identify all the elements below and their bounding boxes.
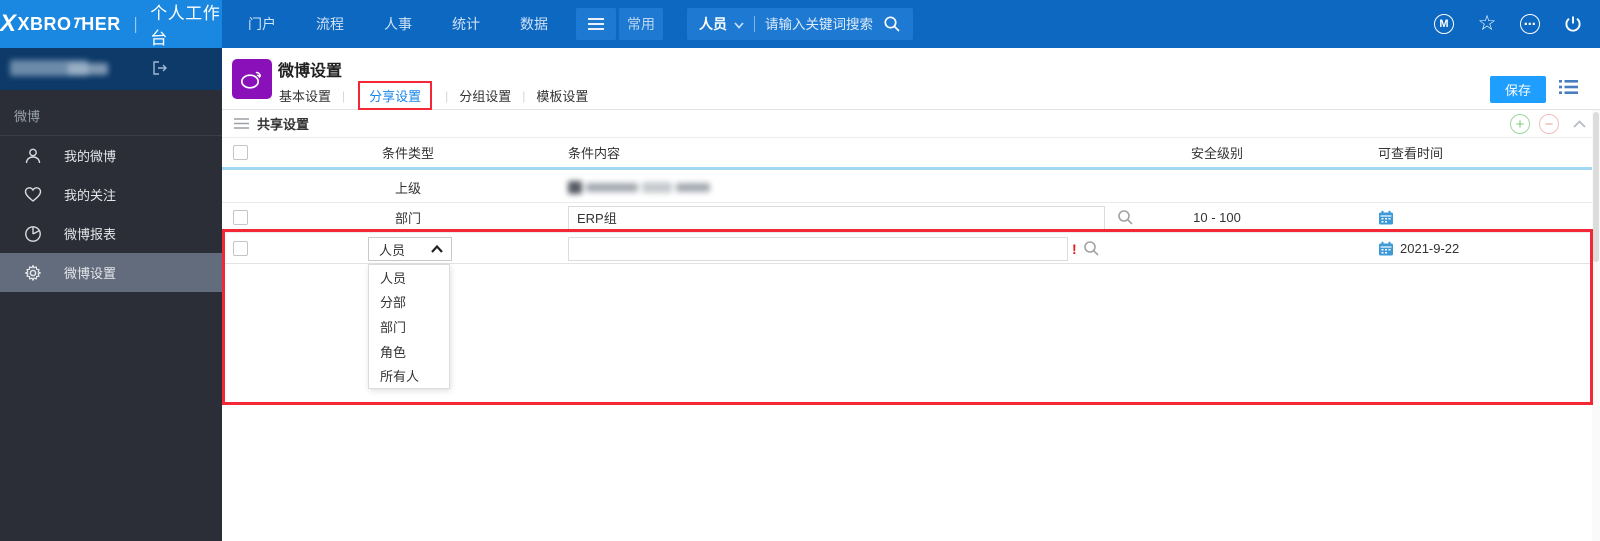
top-nav-menu: 门户 流程 人事 统计 数据 xyxy=(242,14,554,34)
dropdown-option-role[interactable]: 角色 xyxy=(369,339,449,364)
censored-username xyxy=(10,58,130,80)
brand-separator: ｜ xyxy=(127,18,145,35)
sidebar-section-label: 微博 xyxy=(14,109,41,124)
section-menu-icon[interactable] xyxy=(234,118,249,129)
sidebar-item-weibo-report[interactable]: 微博报表 xyxy=(0,214,222,253)
power-icon[interactable] xyxy=(1562,13,1584,35)
view-time-value: 2021-9-22 xyxy=(1400,241,1460,256)
column-header-security-level: 安全级别 xyxy=(1190,146,1243,161)
condition-type-value: 上级 xyxy=(394,181,421,196)
dropdown-option-branch[interactable]: 分部 xyxy=(369,290,449,315)
dropdown-option-department[interactable]: 部门 xyxy=(369,314,449,339)
brand-logo[interactable]: X XBRO T HER ｜个人工作台 xyxy=(0,0,222,48)
m-circle-icon[interactable]: M xyxy=(1433,13,1455,35)
nav-item-data[interactable]: 数据 xyxy=(514,14,554,34)
nav-item-stats[interactable]: 统计 xyxy=(446,14,486,34)
star-icon[interactable]: ☆ xyxy=(1476,13,1498,35)
logout-icon[interactable] xyxy=(152,61,168,75)
chevron-down-icon[interactable] xyxy=(734,21,744,29)
tab-separator: | xyxy=(342,88,346,103)
heart-icon xyxy=(24,186,42,204)
tab-group-settings[interactable]: 分组设置 xyxy=(458,84,512,107)
brand-x: X xyxy=(0,10,17,37)
dropdown-option-everyone[interactable]: 所有人 xyxy=(369,363,449,388)
table-row: 部门 10 - 100 xyxy=(222,203,1600,233)
search-category-dropdown[interactable]: 人员 xyxy=(699,14,727,34)
pie-chart-icon xyxy=(24,225,42,243)
table-row: 上级 xyxy=(222,173,1600,203)
table-row: 人员 ! 2021-9-22 xyxy=(222,234,1600,264)
remove-circle-icon[interactable]: − xyxy=(1539,114,1559,134)
row-checkbox[interactable] xyxy=(233,241,248,256)
weibo-app-icon xyxy=(232,59,272,99)
global-search: 人员 xyxy=(687,8,913,40)
workspace-label: 个人工作台 xyxy=(150,4,221,48)
column-header-view-time: 可查看时间 xyxy=(1378,146,1444,161)
calendar-icon[interactable] xyxy=(1378,210,1394,225)
condition-type-value: 部门 xyxy=(394,211,421,226)
security-level-value: 10 - 100 xyxy=(1193,210,1241,225)
sidebar-item-label: 我的关注 xyxy=(64,188,117,203)
tab-separator: | xyxy=(522,88,526,103)
column-header-condition-type: 条件类型 xyxy=(381,146,434,161)
select-all-checkbox[interactable] xyxy=(233,145,248,160)
tab-template-settings[interactable]: 模板设置 xyxy=(535,84,589,107)
brand-tail: HER xyxy=(81,13,121,34)
apps-menu-button[interactable] xyxy=(576,8,616,40)
search-lookup-icon[interactable] xyxy=(1117,209,1134,226)
dropdown-option-person[interactable]: 人员 xyxy=(369,265,449,290)
search-lookup-icon[interactable] xyxy=(1083,240,1100,257)
condition-content-input[interactable] xyxy=(568,236,1068,261)
vertical-scrollbar[interactable] xyxy=(1592,110,1600,541)
section-title: 共享设置 xyxy=(257,117,310,132)
page-title: 微博设置 xyxy=(278,63,343,80)
sidebar-user-area[interactable] xyxy=(0,48,222,90)
sidebar-item-my-weibo[interactable]: 我的微博 xyxy=(0,136,222,175)
list-view-icon[interactable] xyxy=(1559,79,1578,95)
sidebar-item-label: 我的微博 xyxy=(64,149,117,164)
tab-separator: | xyxy=(445,88,449,103)
condition-type-select[interactable]: 人员 xyxy=(368,237,452,261)
left-sidebar: 微博 我的微博 我的关注 微博报表 微博设置 xyxy=(0,48,222,541)
common-button[interactable]: 常用 xyxy=(619,8,663,40)
nav-item-portal[interactable]: 门户 xyxy=(242,14,282,34)
nav-item-hr[interactable]: 人事 xyxy=(378,14,418,34)
gear-icon xyxy=(24,264,42,282)
calendar-icon[interactable] xyxy=(1378,241,1394,256)
column-header-condition-content: 条件内容 xyxy=(568,146,621,161)
share-settings-section-bar: 共享设置 + − xyxy=(222,110,1600,138)
sidebar-item-label: 微博报表 xyxy=(64,227,117,242)
topbar-right-icons: M ☆ ⋯ xyxy=(1433,0,1584,48)
sidebar-item-label: 微博设置 xyxy=(64,266,117,281)
nav-item-process[interactable]: 流程 xyxy=(310,14,350,34)
collapse-chevron-icon[interactable] xyxy=(1573,120,1586,128)
chevron-up-icon xyxy=(431,245,443,253)
validation-mark: ! xyxy=(1072,240,1077,257)
search-icon[interactable] xyxy=(883,15,901,33)
page-header: 微博设置 基本设置 | 分享设置 | 分组设置 | 模板设置 保存 xyxy=(222,48,1600,110)
search-input[interactable] xyxy=(765,16,883,32)
sidebar-item-weibo-settings[interactable]: 微博设置 xyxy=(0,253,222,292)
save-button[interactable]: 保存 xyxy=(1490,76,1546,103)
condition-type-dropdown-list: 人员 分部 部门 角色 所有人 xyxy=(368,264,450,389)
row-checkbox[interactable] xyxy=(233,210,248,225)
sidebar-item-my-follows[interactable]: 我的关注 xyxy=(0,175,222,214)
user-icon xyxy=(24,147,42,165)
top-navigation-bar: XXBROTHER｜个人工作台 门户 流程 人事 统计 数据 常用 人员 M ☆… xyxy=(0,0,1600,48)
search-divider xyxy=(754,16,755,32)
tab-basic-settings[interactable]: 基本设置 xyxy=(278,84,332,107)
scrollbar-thumb[interactable] xyxy=(1593,112,1599,262)
selected-option: 人员 xyxy=(379,242,406,258)
hamburger-icon xyxy=(588,18,604,30)
table-header-row: 条件类型 条件内容 安全级别 可查看时间 xyxy=(222,138,1600,170)
censored-condition-content xyxy=(568,173,718,202)
main-content: 微博设置 基本设置 | 分享设置 | 分组设置 | 模板设置 保存 共享设置 +… xyxy=(222,48,1600,541)
tab-share-settings[interactable]: 分享设置 xyxy=(358,81,433,110)
add-circle-icon[interactable]: + xyxy=(1510,114,1530,134)
more-circle-icon[interactable]: ⋯ xyxy=(1519,13,1541,35)
condition-content-input[interactable] xyxy=(568,205,1105,230)
section-actions: + − xyxy=(1510,110,1586,138)
brand-head: XBRO xyxy=(17,13,72,34)
settings-tabs: 基本设置 | 分享设置 | 分组设置 | 模板设置 xyxy=(278,81,589,110)
